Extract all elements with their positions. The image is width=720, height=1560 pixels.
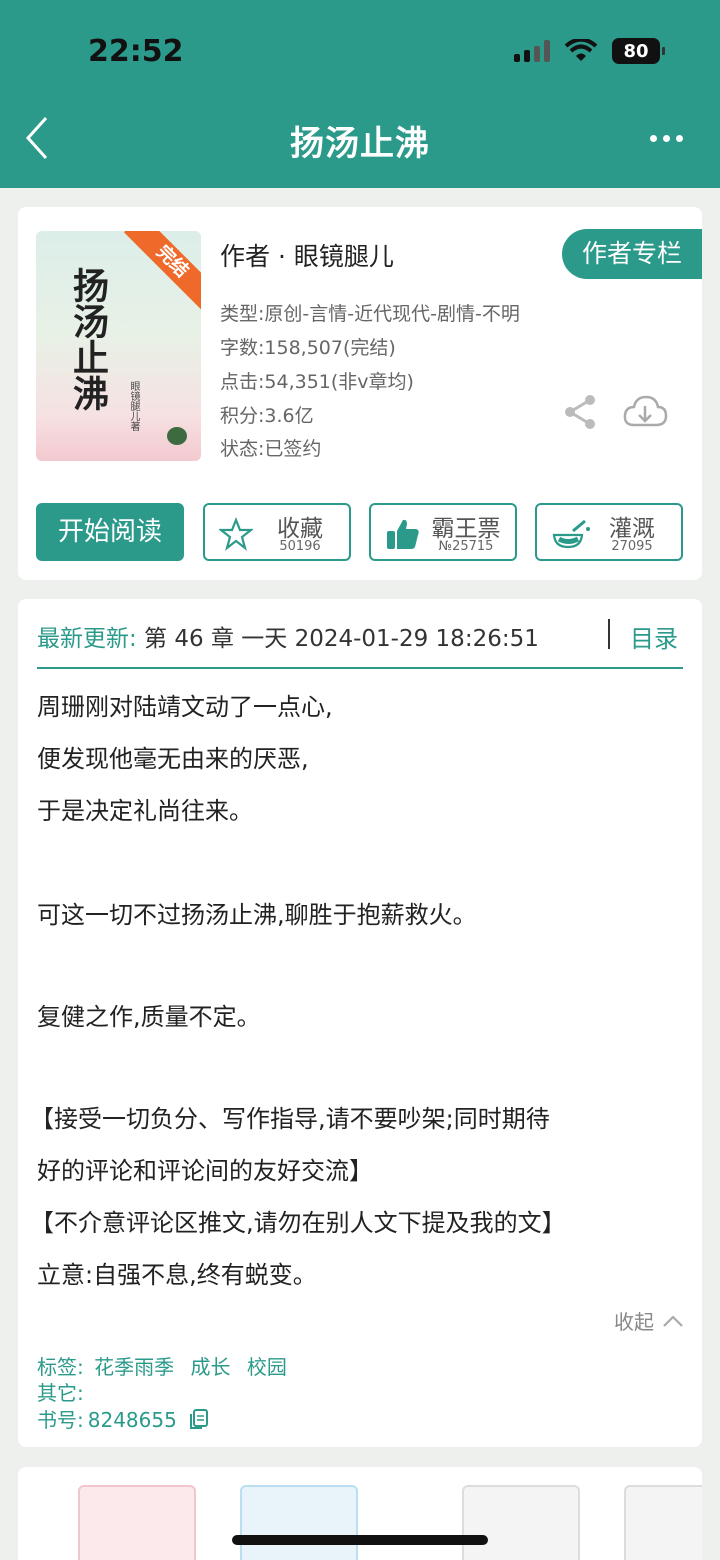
book-number-label: 书号: — [37, 1408, 84, 1432]
book-type: 类型:原创-言情-近代现代-剧情-不明 — [220, 303, 520, 325]
synopsis-line: 便发现他毫无由来的厌恶, — [37, 745, 309, 773]
battery-icon: 80 — [612, 38, 665, 64]
page-title: 扬汤止沸 — [290, 124, 430, 164]
header: 22:52 80 扬汤止沸 — [0, 0, 720, 188]
latest-update[interactable]: 最新更新: 第 46 章 一天 2024-01-29 18:26:51 — [37, 619, 539, 653]
synopsis-card: 最新更新: 第 46 章 一天 2024-01-29 18:26:51 目录 周… — [18, 599, 702, 1447]
item-thumbnail[interactable] — [78, 1485, 196, 1560]
completed-ribbon: 完结 — [123, 231, 201, 311]
book-number-row: 书号: 8248655 — [37, 1404, 209, 1433]
divider-line — [37, 667, 683, 669]
tags-row: 标签: 花季雨季 成长 校园 — [37, 1351, 297, 1380]
other-row: 其它: — [37, 1377, 94, 1406]
table-of-contents-link[interactable]: 目录 — [630, 619, 678, 654]
cover-title: 扬汤止沸 — [67, 267, 109, 411]
author-column-button[interactable]: 作者专栏 — [562, 229, 702, 279]
synopsis-line: 复健之作,质量不定。 — [37, 1003, 261, 1031]
signal-icon — [514, 40, 550, 62]
tag-item[interactable]: 校园 — [247, 1355, 287, 1379]
sign-status: 状态:已签约 — [220, 438, 322, 460]
synopsis-line: 于是决定礼尚往来。 — [37, 797, 253, 825]
publisher-logo-icon — [167, 427, 187, 445]
tags-label: 标签: — [37, 1355, 84, 1379]
tag-item[interactable]: 花季雨季 — [94, 1355, 174, 1379]
favorite-label: 收藏 — [277, 516, 323, 542]
start-reading-button[interactable]: 开始阅读 — [36, 503, 184, 561]
synopsis-line: 立意:自强不息,终有蜕变。 — [37, 1261, 317, 1289]
status-icons: 80 — [514, 38, 665, 64]
overlord-ticket-label: 霸王票 — [431, 516, 501, 542]
home-indicator[interactable] — [232, 1535, 488, 1545]
word-count: 字数:158,507(完结) — [220, 337, 396, 359]
nutrient-label: 灌溉 — [609, 516, 655, 542]
latest-update-label: 最新更新: — [37, 626, 137, 652]
nutrient-count: 27095 — [611, 539, 653, 554]
synopsis-line: 可这一切不过扬汤止沸,聊胜于抱薪救火。 — [37, 901, 477, 929]
overlord-ticket-count: №25715 — [438, 539, 494, 554]
synopsis-line: 周珊刚对陆靖文动了一点心, — [37, 693, 333, 721]
collapse-label: 收起 — [614, 1310, 654, 1334]
more-options-icon[interactable] — [650, 126, 684, 150]
favorite-button[interactable]: 收藏 50196 — [203, 503, 351, 561]
nutrient-button[interactable]: 灌溉 27095 — [535, 503, 683, 561]
item-thumbnail[interactable] — [240, 1485, 358, 1560]
book-info-card: 扬汤止沸 眼镜腿儿著 完结 作者 · 眼镜腿儿 作者专栏 类型:原创-言情-近代… — [18, 207, 702, 580]
item-thumbnail[interactable] — [624, 1485, 702, 1560]
latest-update-text: 第 46 章 一天 2024-01-29 18:26:51 — [136, 626, 539, 652]
status-time: 22:52 — [88, 34, 184, 69]
download-icon[interactable] — [622, 393, 668, 431]
author-name[interactable]: 作者 · 眼镜腿儿 — [220, 237, 394, 273]
synopsis-line: 【不介意评论区推文,请勿在别人文下提及我的文】 — [30, 1209, 566, 1237]
share-icon[interactable] — [562, 393, 600, 431]
tag-item[interactable]: 成长 — [190, 1355, 230, 1379]
item-thumbnail[interactable] — [462, 1485, 580, 1560]
synopsis-line: 【接受一切负分、写作指导,请不要吵架;同时期待 — [30, 1105, 550, 1133]
overlord-ticket-button[interactable]: 霸王票 №25715 — [369, 503, 517, 561]
copy-icon[interactable] — [189, 1408, 209, 1430]
book-cover[interactable]: 扬汤止沸 眼镜腿儿著 完结 — [36, 231, 201, 461]
divider — [608, 619, 610, 649]
related-items-card — [18, 1467, 702, 1560]
collapse-button[interactable]: 收起 — [614, 1306, 684, 1335]
synopsis-line: 好的评论和评论间的友好交流】 — [37, 1157, 373, 1185]
points: 积分:3.6亿 — [220, 405, 314, 427]
other-label: 其它: — [37, 1381, 84, 1405]
click-count: 点击:54,351(非v章均) — [220, 371, 414, 393]
favorite-count: 50196 — [279, 539, 321, 554]
book-number: 8248655 — [87, 1408, 177, 1432]
cover-author: 眼镜腿儿著 — [128, 381, 139, 431]
wifi-icon — [564, 39, 598, 61]
chevron-up-icon — [663, 1314, 683, 1327]
